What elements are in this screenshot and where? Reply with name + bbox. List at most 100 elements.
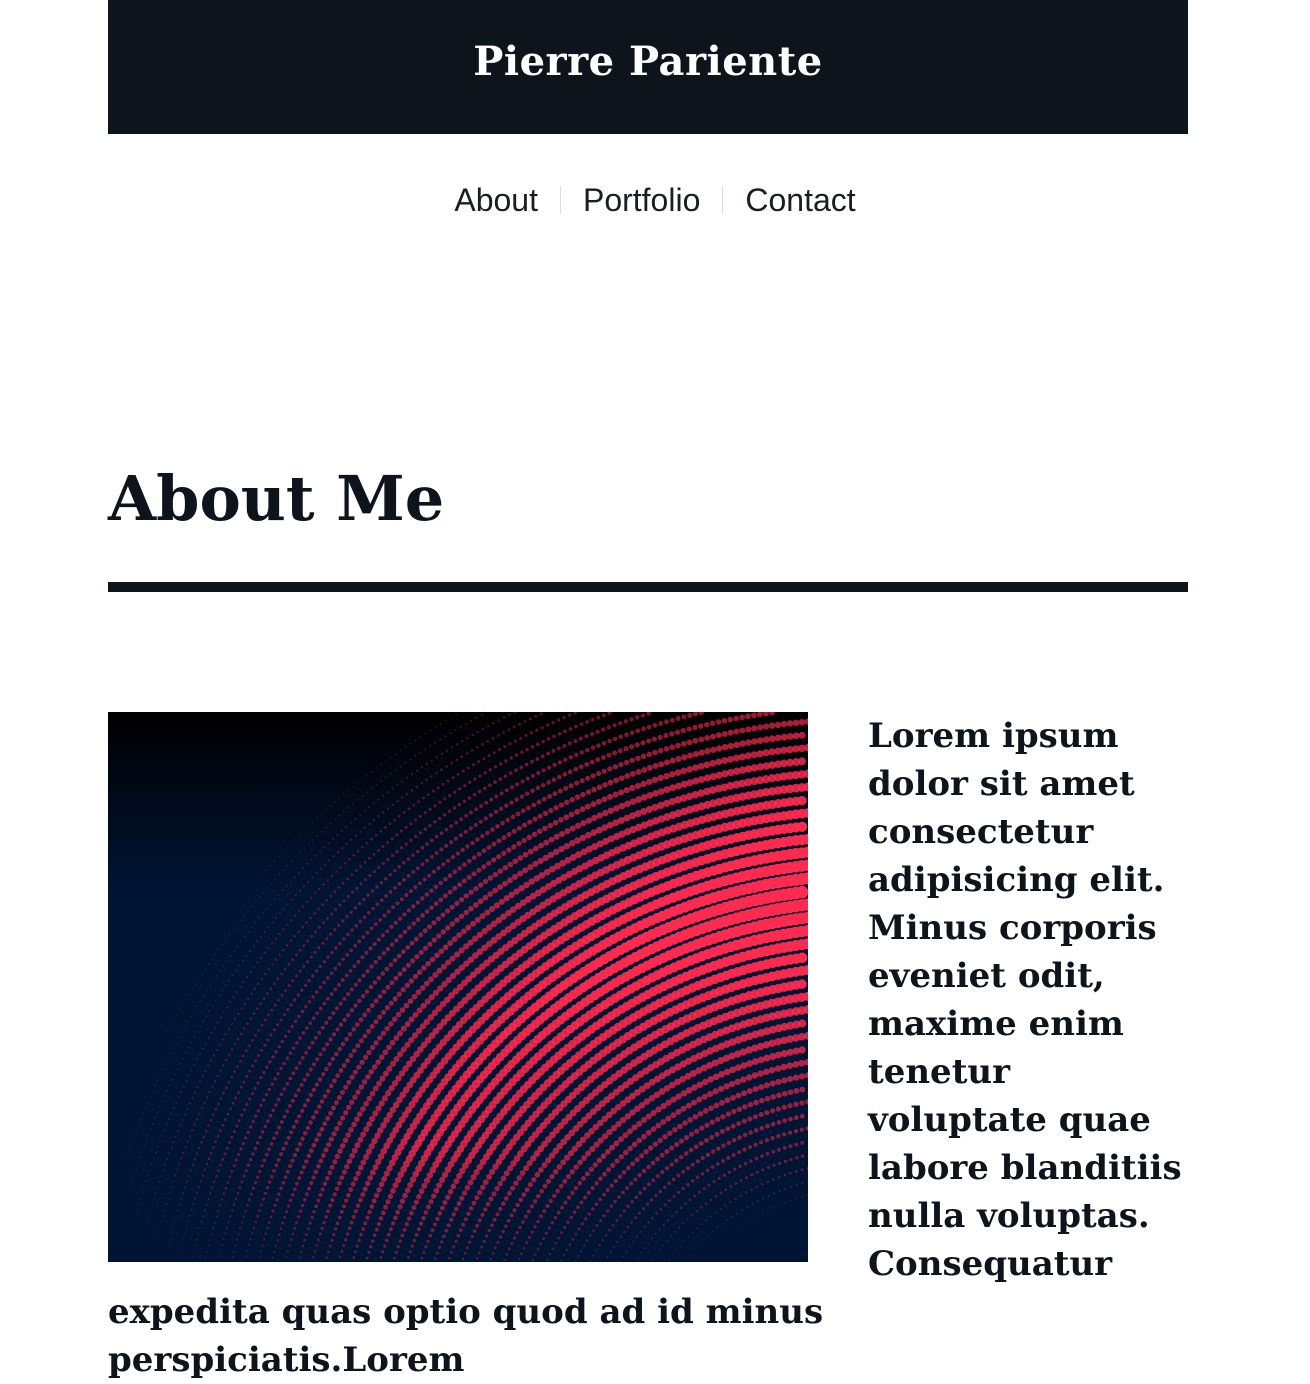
halftone-dot [175, 1215, 178, 1218]
halftone-dot [452, 885, 458, 891]
halftone-dot [143, 1145, 146, 1148]
halftone-dot [641, 1168, 647, 1174]
halftone-dot [249, 1192, 253, 1196]
halftone-dot [279, 1227, 283, 1231]
halftone-dot [245, 1075, 249, 1078]
halftone-dot [256, 1007, 259, 1010]
halftone-dot [309, 1180, 314, 1186]
halftone-dot [574, 724, 578, 729]
halftone-dot [426, 1239, 430, 1243]
halftone-dot [242, 1215, 246, 1219]
halftone-dot [765, 1123, 770, 1129]
halftone-dot [538, 1167, 544, 1173]
halftone-dot [574, 752, 579, 757]
halftone-dot [200, 1221, 203, 1223]
halftone-dot [569, 796, 575, 803]
halftone-dot [193, 1063, 196, 1066]
halftone-dot [154, 1117, 156, 1120]
halftone-dot [153, 1198, 155, 1200]
halftone-dot [201, 1075, 204, 1078]
halftone-dot [496, 1240, 500, 1244]
halftone-dot [542, 810, 549, 817]
halftone-dot [215, 1048, 218, 1051]
halftone-dot [346, 1079, 352, 1085]
halftone-dot [681, 1186, 685, 1191]
halftone-dot [643, 1225, 646, 1229]
halftone-dot [359, 1232, 363, 1237]
halftone-dot [180, 1198, 183, 1200]
halftone-dot [411, 1205, 417, 1211]
halftone-dot [643, 1247, 646, 1250]
halftone-dot [176, 1168, 179, 1171]
halftone-dot [606, 752, 612, 758]
halftone-dot [164, 1163, 167, 1166]
halftone-dot [357, 1238, 361, 1243]
halftone-dot [595, 729, 600, 734]
halftone-dot [341, 1063, 347, 1069]
halftone-dot [267, 1013, 270, 1017]
halftone-dot [727, 755, 734, 763]
halftone-dot [716, 1226, 719, 1229]
halftone-dot [590, 1185, 595, 1191]
halftone-dot [573, 738, 578, 744]
halftone-dot [721, 718, 728, 724]
halftone-dot [551, 749, 556, 753]
halftone-dot [502, 716, 506, 719]
halftone-dot [759, 1140, 764, 1145]
halftone-dot [710, 1165, 715, 1169]
halftone-dot [406, 908, 411, 913]
halftone-dot [372, 1233, 377, 1238]
halftone-dot [382, 913, 387, 918]
nav-item-portfolio[interactable]: Portfolio [583, 182, 700, 219]
halftone-dot [337, 923, 341, 927]
halftone-dot [500, 820, 505, 826]
halftone-dot [259, 1076, 263, 1080]
halftone-dot [280, 1039, 285, 1044]
site-title[interactable]: Pierre Pariente [473, 42, 822, 82]
halftone-dot [158, 1180, 161, 1183]
nav-item-about[interactable]: About [454, 182, 538, 219]
halftone-dot [801, 1196, 803, 1198]
halftone-dot [371, 1064, 378, 1070]
halftone-dot [487, 724, 490, 728]
halftone-dot [369, 1023, 375, 1030]
halftone-dot [558, 817, 564, 823]
halftone-dot [328, 1244, 332, 1248]
halftone-dot [389, 942, 395, 947]
halftone-dot [717, 1176, 721, 1180]
halftone-dot [202, 1215, 205, 1218]
halftone-dot [205, 1163, 209, 1166]
halftone-dot [555, 1188, 560, 1194]
nav-item-contact[interactable]: Contact [745, 182, 855, 219]
halftone-dot [402, 878, 406, 882]
halftone-dot [468, 826, 473, 831]
halftone-dot [698, 723, 704, 729]
halftone-dot [207, 1244, 210, 1247]
halftone-dot [744, 1191, 748, 1194]
halftone-dot [461, 769, 465, 773]
halftone-dot [428, 976, 434, 983]
halftone-dot [768, 1066, 776, 1074]
halftone-dot [363, 878, 368, 882]
halftone-dot [583, 1195, 588, 1200]
halftone-dot [638, 1153, 645, 1159]
halftone-dot [573, 766, 579, 772]
halftone-dot [540, 754, 545, 759]
halftone-dot [299, 1170, 304, 1175]
halftone-dot [450, 761, 453, 765]
halftone-dot [179, 1009, 181, 1011]
halftone-dot [276, 1023, 280, 1027]
halftone-dot [788, 1144, 793, 1149]
halftone-dot [223, 1152, 227, 1156]
halftone-dot [285, 1081, 290, 1086]
halftone-dot [286, 1250, 289, 1253]
nav-divider [722, 186, 724, 214]
halftone-dot [739, 714, 745, 721]
halftone-dot [475, 716, 478, 719]
halftone-dot [146, 1174, 149, 1177]
halftone-dot [330, 1105, 336, 1111]
halftone-dot [402, 1227, 407, 1232]
halftone-dot [442, 944, 449, 951]
halftone-dot [611, 1223, 615, 1227]
halftone-dot [310, 1215, 314, 1220]
